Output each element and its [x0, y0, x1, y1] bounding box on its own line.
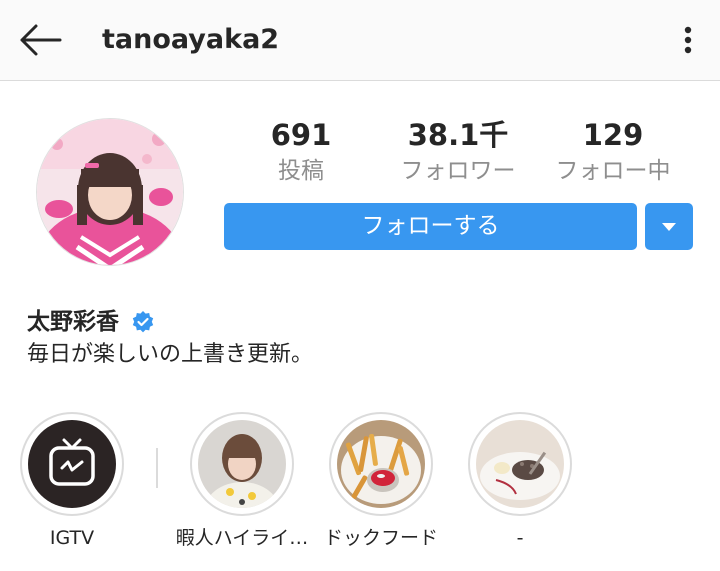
- chevron-down-icon: [662, 223, 676, 231]
- posts-count: 691: [270, 118, 332, 152]
- highlight-thumbnail: [337, 420, 425, 508]
- back-arrow-icon[interactable]: [18, 22, 62, 58]
- highlight-label-1: 暇人ハイライ…: [175, 527, 309, 549]
- app-header: tanoayaka2: [0, 0, 720, 81]
- following-count: 129: [582, 118, 644, 152]
- followers-label: フォロワー: [400, 158, 516, 184]
- highlight-label-igtv: IGTV: [49, 527, 95, 549]
- profile-avatar[interactable]: [36, 118, 184, 266]
- highlight-item-2[interactable]: [329, 412, 433, 516]
- highlight-item-1[interactable]: [190, 412, 294, 516]
- following-label: フォロー中: [555, 158, 671, 184]
- highlight-label-3: -: [516, 527, 524, 549]
- profile-username: tanoayaka2: [102, 24, 280, 55]
- profile-bio: 毎日が楽しいの上書き更新。: [27, 342, 314, 367]
- following-stat[interactable]: 129 フォロー中: [538, 116, 688, 188]
- followers-stat[interactable]: 38.1千 フォロワー: [383, 116, 533, 188]
- highlight-thumbnail: [476, 420, 564, 508]
- highlight-item-3[interactable]: [468, 412, 572, 516]
- suggestions-dropdown-button[interactable]: [645, 203, 693, 250]
- display-name: 太野彩香: [27, 309, 119, 335]
- igtv-icon: [49, 438, 95, 486]
- more-options-icon[interactable]: [676, 22, 700, 58]
- highlight-thumbnail: [198, 420, 286, 508]
- highlights-divider: [156, 448, 158, 488]
- follow-button[interactable]: フォローする: [224, 203, 637, 250]
- posts-label: 投稿: [278, 158, 324, 184]
- followers-count: 38.1千: [407, 118, 509, 152]
- verified-badge-icon: [132, 311, 154, 333]
- highlight-igtv[interactable]: [20, 412, 124, 516]
- posts-stat[interactable]: 691 投稿: [226, 116, 376, 188]
- highlight-label-2: ドックフード: [323, 527, 438, 549]
